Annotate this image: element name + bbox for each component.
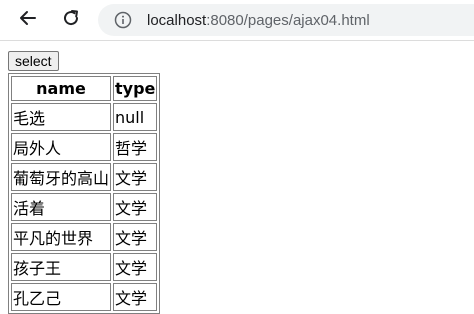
type-cell: 文学 xyxy=(113,223,158,251)
table-row: 孔乙己 文学 xyxy=(11,283,158,311)
column-header-type: type xyxy=(113,76,158,101)
books-table: name type 毛选 null 局外人 哲学 葡萄牙的高山 文学 活着 文学 xyxy=(8,73,161,314)
url-host: localhost xyxy=(147,11,207,29)
reload-icon xyxy=(61,8,81,33)
table-row: 毛选 null xyxy=(11,103,158,131)
column-header-name: name xyxy=(11,76,112,101)
table-row: 活着 文学 xyxy=(11,193,158,221)
select-button[interactable]: select xyxy=(8,51,59,71)
browser-toolbar: localhost:8080/pages/ajax04.html xyxy=(0,0,474,41)
table-row: 平凡的世界 文学 xyxy=(11,223,158,251)
arrow-left-icon xyxy=(18,8,38,33)
reload-button[interactable] xyxy=(57,6,85,34)
info-icon[interactable] xyxy=(114,11,132,29)
url-text: localhost:8080/pages/ajax04.html xyxy=(147,12,370,29)
name-cell: 毛选 xyxy=(11,103,112,131)
address-bar[interactable]: localhost:8080/pages/ajax04.html xyxy=(98,4,474,36)
table-row: 孩子王 文学 xyxy=(11,253,158,281)
name-cell: 平凡的世界 xyxy=(11,223,112,251)
name-cell: 葡萄牙的高山 xyxy=(11,163,112,191)
url-path: :8080/pages/ajax04.html xyxy=(206,11,370,29)
table-row: 局外人 哲学 xyxy=(11,133,158,161)
page-content: select name type 毛选 null 局外人 哲学 葡萄牙的高山 文… xyxy=(8,51,161,314)
back-button[interactable] xyxy=(14,6,42,34)
type-cell: null xyxy=(113,103,158,131)
type-cell: 文学 xyxy=(113,163,158,191)
table-header-row: name type xyxy=(11,76,158,101)
table-row: 葡萄牙的高山 文学 xyxy=(11,163,158,191)
type-cell: 文学 xyxy=(113,283,158,311)
name-cell: 局外人 xyxy=(11,133,112,161)
type-cell: 文学 xyxy=(113,253,158,281)
type-cell: 文学 xyxy=(113,193,158,221)
name-cell: 孔乙己 xyxy=(11,283,112,311)
name-cell: 孩子王 xyxy=(11,253,112,281)
type-cell: 哲学 xyxy=(113,133,158,161)
name-cell: 活着 xyxy=(11,193,112,221)
